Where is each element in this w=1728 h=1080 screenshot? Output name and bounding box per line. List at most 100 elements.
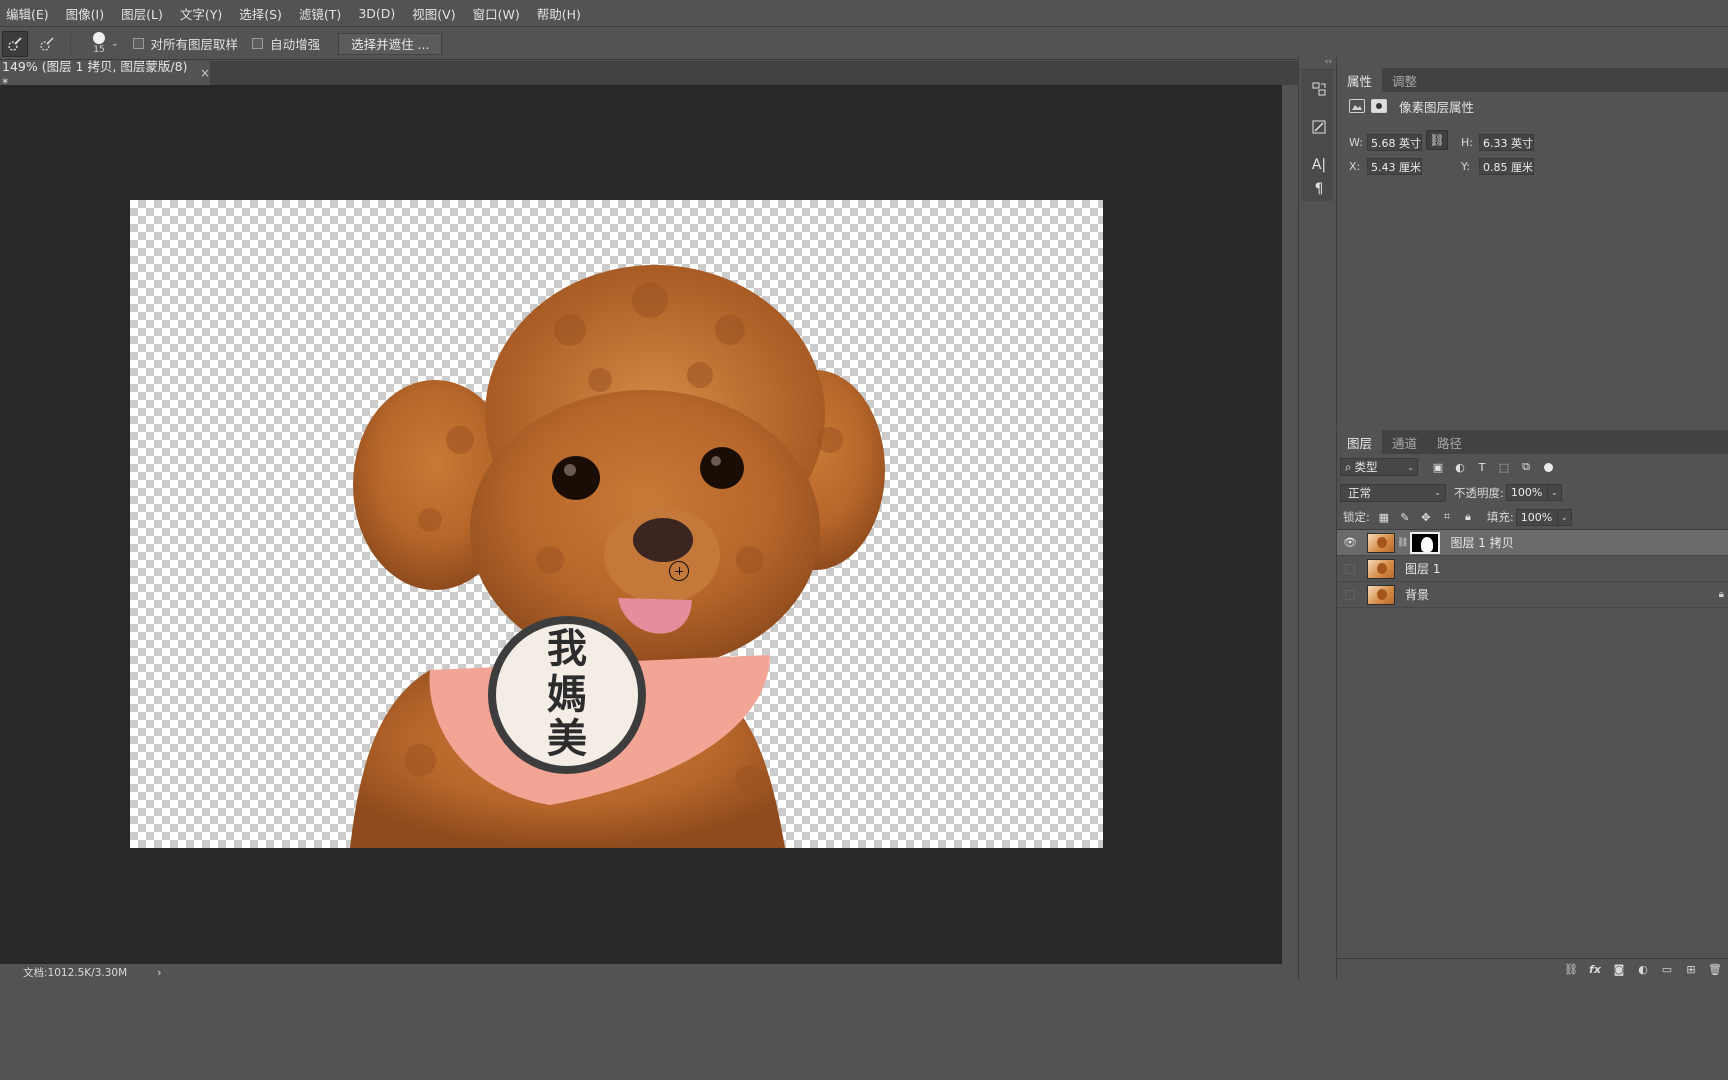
opacity-label: 不透明度:: [1454, 485, 1504, 500]
menu-layer[interactable]: 图层(L): [121, 4, 163, 23]
quick-selection-tool-button[interactable]: [2, 30, 28, 57]
layer-filter-value: 类型: [1354, 460, 1378, 474]
new-group-icon[interactable]: ▭: [1655, 963, 1679, 976]
document-tab[interactable]: 149% (图层 1 拷贝, 图层蒙版/8) * ×: [0, 59, 210, 90]
lock-image-icon[interactable]: ✎: [1398, 510, 1412, 524]
layer-thumbnail: [1367, 558, 1395, 579]
fill-input[interactable]: 100%: [1515, 508, 1558, 526]
filter-pixel-icon[interactable]: ▣: [1430, 460, 1446, 474]
vertical-scrollbar[interactable]: [1282, 85, 1298, 964]
add-mask-icon[interactable]: ◙: [1607, 963, 1631, 976]
lock-artboard-icon[interactable]: ⌗: [1440, 510, 1454, 524]
tab-layers[interactable]: 图层: [1337, 430, 1383, 454]
checkbox-box[interactable]: [132, 38, 144, 49]
lock-icon: 🔒︎: [1718, 589, 1724, 600]
height-field: H: 6.33 英寸: [1461, 134, 1534, 151]
y-input[interactable]: 0.85 厘米: [1479, 158, 1534, 175]
layer-name: 背景: [1405, 588, 1430, 602]
x-input[interactable]: 5.43 厘米: [1367, 158, 1422, 175]
layer-row[interactable]: 👁︎ ⛓ 图层 1 拷贝: [1337, 530, 1728, 556]
close-icon[interactable]: ×: [200, 66, 210, 80]
menu-help[interactable]: 帮助(H): [537, 4, 581, 23]
tab-adjustments[interactable]: 调整: [1382, 68, 1427, 92]
fill-dropdown[interactable]: ⌄: [1557, 508, 1572, 526]
menu-image[interactable]: 图像(I): [66, 4, 104, 23]
layer-thumbnail: [1367, 532, 1395, 553]
layers-footer: ⛓ fx ◙ ◐ ▭ ⊞ 🗑︎: [1337, 958, 1728, 980]
menu-type[interactable]: 文字(Y): [180, 4, 222, 23]
menu-window[interactable]: 窗口(W): [473, 4, 520, 23]
properties-header: 像素图层属性: [1337, 92, 1728, 120]
properties-tabs: 属性 调整: [1337, 68, 1728, 92]
tab-properties[interactable]: 属性: [1337, 68, 1383, 92]
filter-smart-object-icon[interactable]: ⧉: [1518, 460, 1534, 474]
sample-all-layers-checkbox[interactable]: 对所有图层取样: [132, 34, 239, 53]
width-input[interactable]: 5.68 英寸: [1367, 134, 1422, 151]
canvas-area[interactable]: 我 媽 美: [0, 85, 1282, 964]
height-input[interactable]: 6.33 英寸: [1479, 134, 1534, 151]
subtract-selection-button[interactable]: [34, 31, 60, 57]
checkbox-box[interactable]: [252, 38, 264, 49]
lock-transparent-icon[interactable]: ▦: [1377, 510, 1391, 524]
mask-link-icon[interactable]: ⛓: [1397, 538, 1408, 548]
link-layers-icon[interactable]: ⛓: [1559, 963, 1583, 976]
poodle-image: 我 媽 美: [350, 265, 885, 848]
adjustment-layer-icon[interactable]: ◐: [1631, 963, 1655, 976]
options-separator: [70, 33, 71, 54]
link-icon[interactable]: ⛓: [1426, 130, 1448, 150]
tab-paths[interactable]: 路径: [1427, 430, 1472, 454]
opacity-dropdown[interactable]: ⌄: [1547, 484, 1562, 501]
filter-type-icon[interactable]: T: [1474, 460, 1490, 474]
visibility-toggle[interactable]: [1345, 563, 1355, 574]
layer-row[interactable]: 图层 1: [1337, 556, 1728, 582]
collapse-panels-icon[interactable]: ‹‹: [1325, 57, 1332, 67]
menu-bar: 编辑(E) 图像(I) 图层(L) 文字(Y) 选择(S) 滤镜(T) 3D(D…: [0, 0, 1728, 27]
brush-size-picker[interactable]: 15: [83, 29, 115, 59]
tab-channels[interactable]: 通道: [1382, 430, 1427, 454]
layer-mask-icon[interactable]: [1371, 99, 1387, 113]
layer-row[interactable]: 背景 🔒︎: [1337, 582, 1728, 608]
menu-3d[interactable]: 3D(D): [358, 6, 395, 21]
status-menu-arrow-icon[interactable]: ›: [157, 966, 161, 979]
blend-mode-select[interactable]: 正常 ⌄: [1340, 483, 1446, 502]
auto-enhance-checkbox[interactable]: 自动增强: [252, 34, 320, 53]
chevron-down-icon: ⌄: [1434, 488, 1441, 497]
filter-toggle[interactable]: [1544, 462, 1553, 472]
eye-icon[interactable]: 👁︎: [1337, 536, 1363, 549]
menu-filter[interactable]: 滤镜(T): [299, 4, 341, 23]
lock-position-icon[interactable]: ✥: [1419, 510, 1433, 524]
bib-text-2: 媽: [547, 671, 587, 718]
layer-filter-bar: ⌕ 类型 ⌄ ▣ ◐ T ⬚ ⧉: [1337, 454, 1728, 480]
trash-icon[interactable]: 🗑︎: [1703, 963, 1727, 976]
brush-cursor-icon: [669, 561, 689, 581]
icon-group: A| ¶: [1301, 69, 1333, 201]
new-layer-icon[interactable]: ⊞: [1679, 963, 1703, 976]
auto-enhance-label: 自动增强: [270, 37, 321, 52]
paragraph-icon[interactable]: ¶: [1310, 180, 1328, 198]
document-tab-bar: 149% (图层 1 拷贝, 图层蒙版/8) * ×: [0, 59, 1298, 90]
character-icon[interactable]: A|: [1310, 156, 1328, 174]
opacity-input[interactable]: 100%: [1505, 484, 1548, 501]
menu-view[interactable]: 视图(V): [412, 4, 455, 23]
status-bar: 文档:1012.5K/3.30M ›: [0, 964, 1298, 980]
select-and-mask-button[interactable]: 选择并遮住 ...: [338, 32, 443, 55]
lock-label: 锁定:: [1343, 510, 1370, 524]
lock-row: 锁定: ▦ ✎ ✥ ⌗ 🔒︎ 填充: 100% ⌄: [1337, 505, 1728, 530]
menu-edit[interactable]: 编辑(E): [6, 4, 49, 23]
visibility-toggle[interactable]: [1345, 589, 1355, 600]
layer-filter-select[interactable]: ⌕ 类型 ⌄: [1340, 458, 1418, 476]
document-canvas[interactable]: 我 媽 美: [130, 200, 1103, 848]
brush-settings-icon[interactable]: [1310, 118, 1328, 136]
pixel-layer-icon: [1349, 99, 1365, 113]
history-icon[interactable]: [1310, 80, 1328, 98]
properties-panel: 属性 调整 像素图层属性 W: 5.68 英寸 ⛓ H: 6.33 英寸 X: …: [1336, 57, 1728, 429]
height-label: H:: [1461, 136, 1473, 149]
filter-adjustment-icon[interactable]: ◐: [1452, 460, 1468, 474]
sample-all-layers-label: 对所有图层取样: [150, 37, 239, 52]
y-field: Y: 0.85 厘米: [1461, 158, 1534, 175]
layer-mask-thumbnail[interactable]: [1410, 531, 1441, 554]
filter-shape-icon[interactable]: ⬚: [1496, 460, 1512, 474]
lock-all-icon[interactable]: 🔒︎: [1461, 510, 1475, 524]
menu-select[interactable]: 选择(S): [239, 4, 282, 23]
fx-icon[interactable]: fx: [1583, 963, 1607, 976]
